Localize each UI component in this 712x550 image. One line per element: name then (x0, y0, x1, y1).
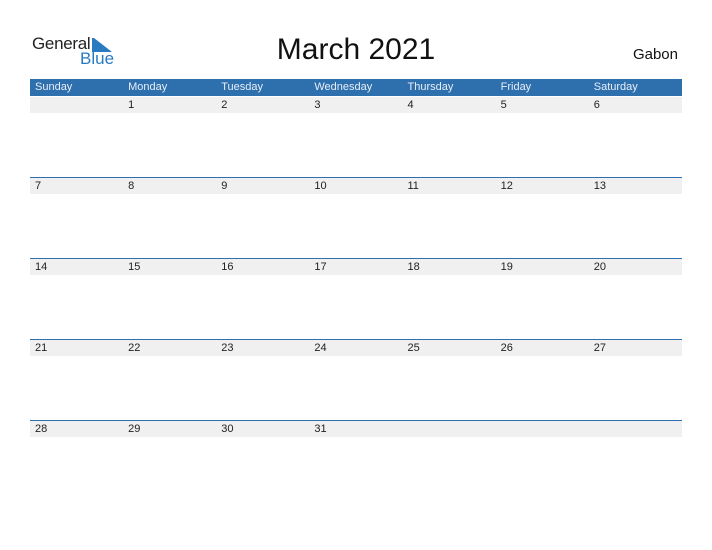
day-cell: 10 (314, 180, 327, 192)
day-cell: 24 (314, 342, 327, 354)
weekday-wednesday: Wednesday (314, 81, 373, 93)
weekday-tuesday: Tuesday (221, 81, 264, 93)
weekday-monday: Monday (128, 81, 168, 93)
day-cell: 5 (500, 99, 507, 111)
day-cell: 23 (221, 342, 234, 354)
day-cell (403, 421, 496, 437)
week-row-1: 1 2 3 4 5 6 (30, 97, 682, 113)
day-cell: 12 (500, 180, 513, 192)
day-cell: 1 (128, 99, 135, 111)
calendar-title: March 2021 (276, 33, 436, 66)
day-cell: 22 (128, 342, 141, 354)
day-cell: 2 (221, 99, 228, 111)
day-cell: 31 (314, 423, 327, 435)
day-cell: 19 (500, 261, 513, 273)
day-cell: 15 (128, 261, 141, 273)
weekday-thursday: Thursday (407, 81, 454, 93)
day-cell: 7 (35, 180, 42, 192)
day-cell: 17 (314, 261, 327, 273)
day-cell (30, 97, 123, 113)
day-cell: 13 (593, 180, 606, 192)
day-cell: 25 (407, 342, 420, 354)
week-row-5: 28 29 30 31 (30, 420, 682, 437)
day-cell (496, 421, 589, 437)
day-cell: 4 (407, 99, 414, 111)
day-cell: 21 (35, 342, 48, 354)
day-cell: 8 (128, 180, 135, 192)
day-cell: 27 (593, 342, 606, 354)
weekday-sunday: Sunday (35, 81, 73, 93)
day-cell: 6 (593, 99, 600, 111)
day-cell: 29 (128, 423, 141, 435)
weekday-saturday: Saturday (593, 81, 638, 93)
day-cell: 11 (407, 180, 419, 192)
week-row-4: 21 22 23 24 25 26 27 (30, 339, 682, 356)
country-label: Gabon (632, 46, 678, 63)
day-cell: 16 (221, 261, 234, 273)
day-cell: 30 (221, 423, 234, 435)
day-cell: 14 (35, 261, 48, 273)
weekday-friday: Friday (500, 81, 532, 93)
weekday-header: Sunday Monday Tuesday Wednesday Thursday… (30, 79, 682, 96)
day-cell: 28 (35, 423, 48, 435)
week-row-3: 14 15 16 17 18 19 20 (30, 258, 682, 275)
day-cell (589, 421, 682, 437)
day-cell: 26 (500, 342, 513, 354)
day-cell: 18 (407, 261, 420, 273)
day-cell: 20 (593, 261, 606, 273)
day-cell: 3 (314, 99, 321, 111)
day-cell: 9 (221, 180, 228, 192)
week-row-2: 7 8 9 10 11 12 13 (30, 177, 682, 194)
